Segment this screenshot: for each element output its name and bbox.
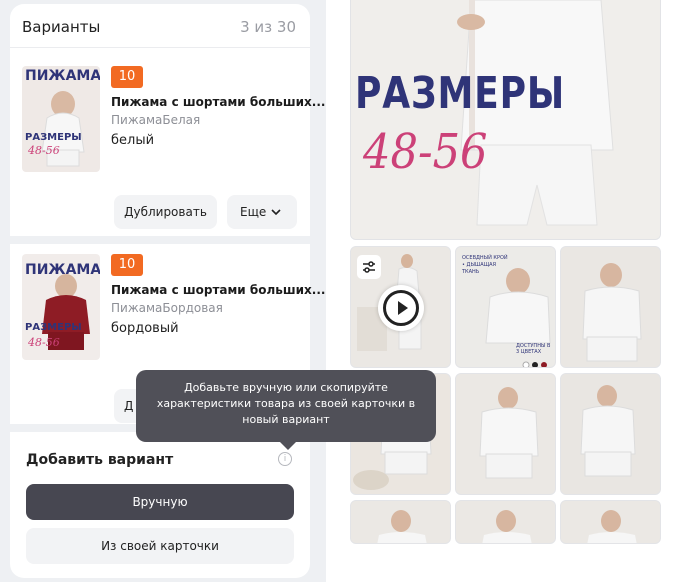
variant-subtitle: ПижамаБелая: [111, 113, 201, 127]
variant-subtitle: ПижамаБордовая: [111, 301, 223, 315]
sliders-icon: [363, 261, 375, 273]
hero-text-sizes: РАЗМЕРЫ: [355, 68, 566, 119]
variant-name: Пижама с шортами больших...: [111, 95, 326, 109]
play-triangle: [398, 301, 408, 315]
gallery-caption-colors: ДОСТУПНЫ В 3 ЦВЕТАХ: [516, 343, 551, 355]
more-button-label: Еще: [240, 205, 267, 219]
variant-item-white[interactable]: ПИЖАМА РАЗМЕРЫ 48-56 10 Пижама с шортами…: [10, 48, 325, 236]
app-root: Варианты 3 из 30 ПИЖАМА РАЗМЕРЫ 48-56 10…: [0, 0, 683, 582]
add-from-card-button[interactable]: Из своей карточки: [26, 528, 294, 564]
gallery-thumb-6[interactable]: [560, 373, 661, 495]
thumb-text-top: ПИЖАМА: [25, 262, 100, 278]
hero-image[interactable]: РАЗМЕРЫ 48-56: [350, 0, 661, 240]
thumb-text-num: 48-56: [27, 144, 60, 157]
gallery-thumb-3[interactable]: [560, 246, 661, 368]
variant-color: бордовый: [111, 321, 179, 336]
variant-thumbnail-image: ПИЖАМА РАЗМЕРЫ 48-56: [22, 66, 100, 172]
settings-sliders-icon[interactable]: [357, 255, 381, 279]
variant-name: Пижама с шортами больших...: [111, 283, 326, 297]
duplicate-button[interactable]: Дублировать: [114, 195, 217, 229]
variant-badge: 10: [111, 66, 143, 88]
info-icon[interactable]: i: [278, 452, 292, 466]
gallery-footer-area: [326, 544, 683, 582]
variant-thumbnail: ПИЖАМА РАЗМЕРЫ 48-56: [22, 66, 100, 172]
play-icon: [383, 290, 419, 326]
gallery-thumb-7[interactable]: [350, 500, 451, 544]
gallery-thumb-9[interactable]: [560, 500, 661, 544]
variant-badge: 10: [111, 254, 143, 276]
gallery-photo: [456, 501, 555, 543]
add-manually-button[interactable]: Вручную: [26, 484, 294, 520]
more-button[interactable]: Еще: [227, 195, 297, 229]
variants-title: Варианты: [22, 18, 101, 36]
gallery-photo: [561, 501, 660, 543]
gallery-photo: [456, 374, 555, 494]
tooltip-text: Добавьте вручную или скопируйте характер…: [156, 381, 416, 426]
gallery-thumb-video[interactable]: [350, 246, 451, 368]
gallery-panel: РАЗМЕРЫ 48-56 ОСЕВДНЫЙ КРОЙ • ДЫШАЩАЯ ТК…: [326, 0, 683, 582]
gallery-photo: [561, 374, 660, 494]
variants-panel: Варианты 3 из 30 ПИЖАМА РАЗМЕРЫ 48-56 10…: [10, 4, 325, 578]
thumb-text-mid: РАЗМЕРЫ: [25, 322, 82, 333]
chevron-down-icon: [271, 209, 281, 216]
thumb-text-mid: РАЗМЕРЫ: [25, 132, 82, 143]
thumb-text-num: 48-56: [27, 336, 60, 349]
gallery-thumb-5[interactable]: [455, 373, 556, 495]
add-variant-title: Добавить вариант: [26, 452, 174, 468]
add-variant-section: Добавить вариант i Вручную Из своей карт…: [10, 432, 310, 578]
hero-text-range: 48-56: [363, 124, 488, 180]
hero-photo: [351, 0, 660, 239]
info-tooltip: Добавьте вручную или скопируйте характер…: [136, 370, 436, 450]
variants-count: 3 из 30: [240, 18, 296, 36]
gallery-thumb-2[interactable]: ОСЕВДНЫЙ КРОЙ • ДЫШАЩАЯ ТКАНЬ ДОСТУПНЫ В…: [455, 246, 556, 368]
variant-color: белый: [111, 133, 155, 148]
play-video-button[interactable]: [378, 285, 424, 331]
gallery-photo: [351, 501, 450, 543]
variant-thumbnail-image: ПИЖАМА РАЗМЕРЫ 48-56: [22, 254, 100, 360]
thumb-text-top: ПИЖАМА: [25, 68, 100, 84]
gallery-caption: ОСЕВДНЫЙ КРОЙ • ДЫШАЩАЯ ТКАНЬ: [462, 255, 508, 275]
gallery-thumb-8[interactable]: [455, 500, 556, 544]
variants-header: Варианты 3 из 30: [10, 4, 310, 48]
gallery-photo: [561, 247, 660, 367]
variant-thumbnail: ПИЖАМА РАЗМЕРЫ 48-56: [22, 254, 100, 360]
